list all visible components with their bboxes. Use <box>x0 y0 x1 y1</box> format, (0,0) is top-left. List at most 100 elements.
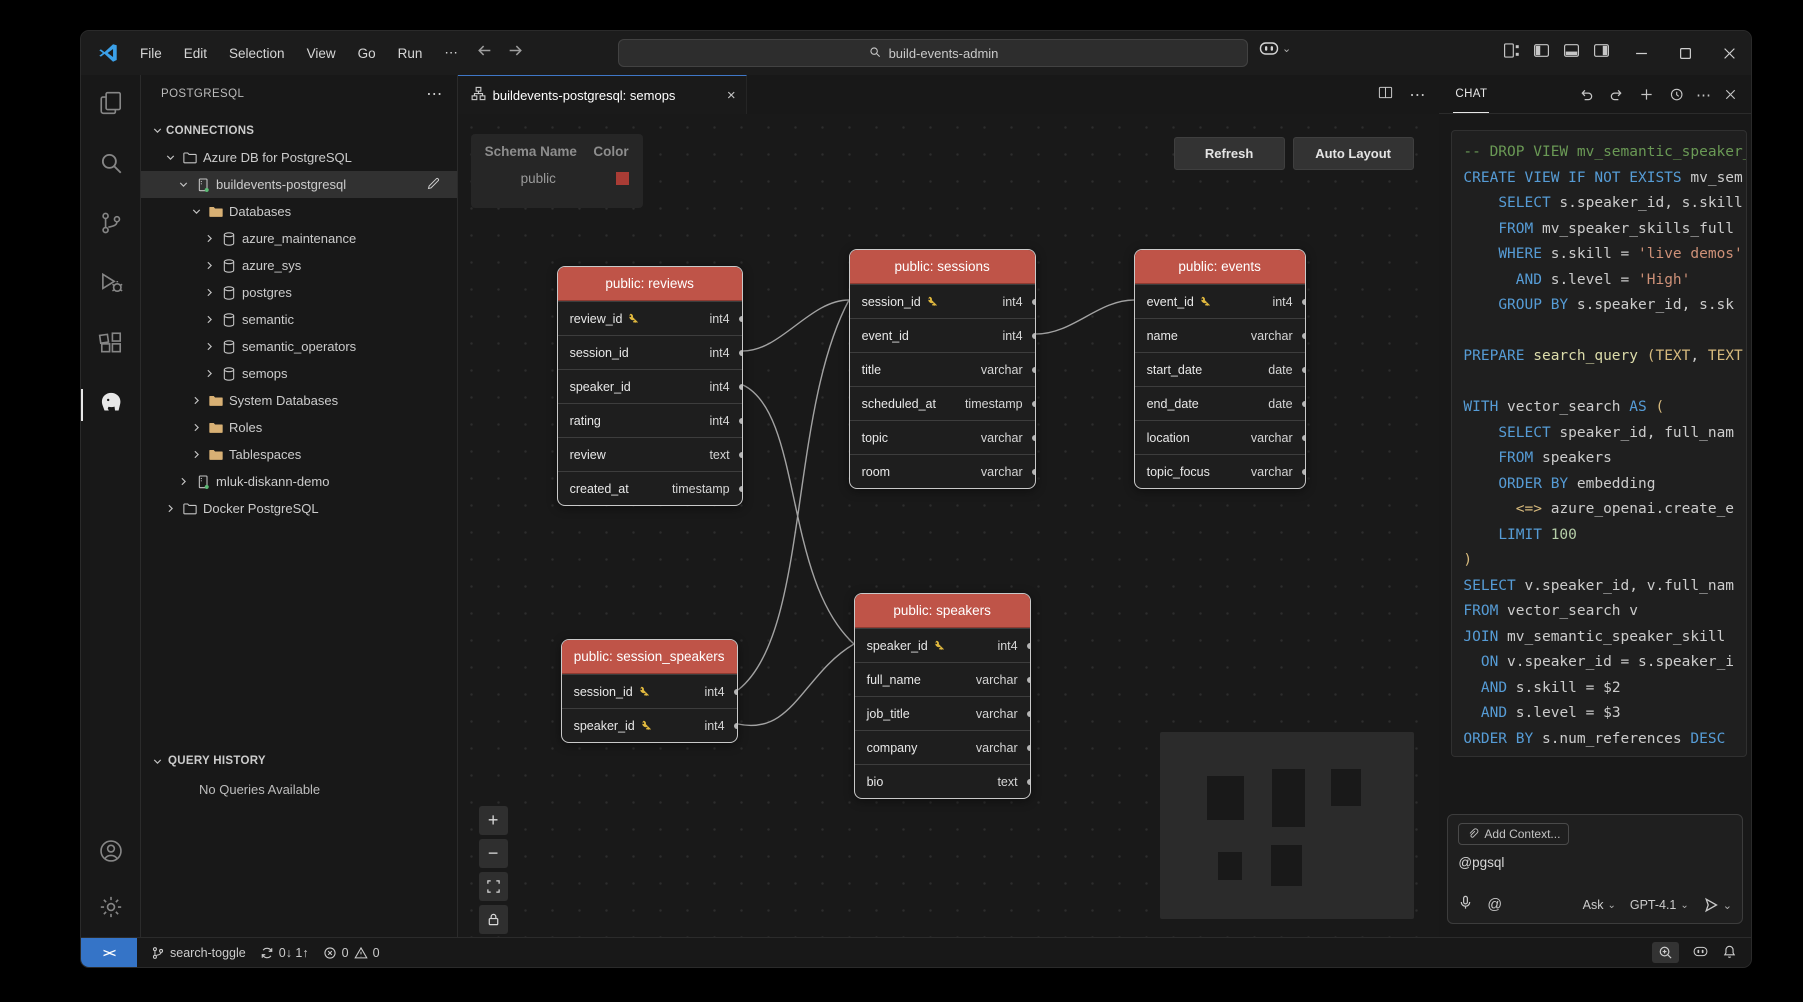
menu-overflow[interactable]: ⋯ <box>433 40 469 66</box>
menu-run[interactable]: Run <box>387 41 434 66</box>
auto-layout-button[interactable]: Auto Layout <box>1293 137 1414 170</box>
column-row-company[interactable]: companyvarchar <box>855 730 1030 764</box>
problems-indicator[interactable]: 0 0 <box>323 946 380 960</box>
split-editor-icon[interactable] <box>1378 85 1393 105</box>
tree-item-semops[interactable]: semops <box>141 360 457 387</box>
branch-indicator[interactable]: search-toggle <box>151 946 246 960</box>
activity-extensions[interactable] <box>81 315 141 375</box>
table-reviews[interactable]: public: reviewsreview_idint4session_idin… <box>557 266 743 506</box>
menu-edit[interactable]: Edit <box>173 41 218 66</box>
fit-view-button[interactable] <box>479 872 508 901</box>
send-button[interactable]: ⌄ <box>1703 897 1732 913</box>
minimize-button[interactable] <box>1619 31 1663 75</box>
refresh-button[interactable]: Refresh <box>1174 137 1285 170</box>
command-center-search[interactable]: build-events-admin <box>618 39 1248 67</box>
table-session_speakers[interactable]: public: session_speakerssession_idint4sp… <box>561 639 738 743</box>
tab-chat[interactable]: CHAT <box>1453 75 1489 113</box>
copilot-menu[interactable]: ⌄ <box>1259 41 1291 56</box>
column-row-name[interactable]: namevarchar <box>1135 318 1305 352</box>
add-context-button[interactable]: Add Context... <box>1458 823 1569 845</box>
customize-layout-icon[interactable] <box>1503 42 1520 64</box>
tab-close-icon[interactable]: × <box>727 87 736 104</box>
tree-item-semantic[interactable]: semantic <box>141 306 457 333</box>
tree-item-connections[interactable]: CONNECTIONS <box>141 117 457 144</box>
activity-source-control[interactable] <box>81 195 141 255</box>
editor-more-actions-icon[interactable]: ⋯ <box>1409 85 1425 105</box>
column-row-title[interactable]: titlevarchar <box>850 352 1035 386</box>
activity-search[interactable] <box>81 135 141 195</box>
menu-view[interactable]: View <box>296 41 347 66</box>
column-row-review[interactable]: reviewtext <box>558 437 742 471</box>
column-row-job-title[interactable]: job_titlevarchar <box>855 696 1030 730</box>
activity-postgresql[interactable] <box>81 375 141 435</box>
table-events[interactable]: public: eventsevent_idint4namevarcharsta… <box>1134 249 1306 489</box>
tree-item-buildevents-postgresql[interactable]: buildevents-postgresql <box>141 171 457 198</box>
redo-icon[interactable] <box>1606 87 1627 102</box>
back-arrow-icon[interactable] <box>476 42 493 64</box>
tree-item-semantic-operators[interactable]: semantic_operators <box>141 333 457 360</box>
tree-item-databases[interactable]: Databases <box>141 198 457 225</box>
menu-file[interactable]: File <box>129 41 173 66</box>
tree-item-mluk-diskann-demo[interactable]: mluk-diskann-demo <box>141 468 457 495</box>
menu-go[interactable]: Go <box>347 41 387 66</box>
tab-schema-visualizer[interactable]: buildevents-postgresql: semops × <box>458 75 747 114</box>
microphone-icon[interactable] <box>1458 895 1473 915</box>
column-row-room[interactable]: roomvarchar <box>850 454 1035 488</box>
zoom-in-button[interactable]: + <box>479 806 508 835</box>
column-row-created-at[interactable]: created_attimestamp <box>558 471 742 505</box>
chat-history-icon[interactable] <box>1666 87 1687 102</box>
activity-settings[interactable] <box>81 881 141 937</box>
edit-connection-icon[interactable] <box>426 176 441 194</box>
chat-input-box[interactable]: Add Context... @pgsql @ Ask⌄ GPT-4.1⌄ ⌄ <box>1447 814 1743 924</box>
column-row-location[interactable]: locationvarchar <box>1135 420 1305 454</box>
remote-indicator[interactable]: >< <box>81 938 137 967</box>
sidebar-more-actions-icon[interactable]: ⋯ <box>426 84 442 104</box>
zoom-status-icon[interactable] <box>1652 942 1679 963</box>
sql-code-block[interactable]: -- DROP VIEW mv_semantic_speaker_sCREATE… <box>1451 130 1747 757</box>
column-row-session-id[interactable]: session_idint4 <box>562 674 737 708</box>
tree-item-azure-maintenance[interactable]: azure_maintenance <box>141 225 457 252</box>
activity-run-debug[interactable] <box>81 255 141 315</box>
model-dropdown[interactable]: GPT-4.1⌄ <box>1630 898 1689 912</box>
menu-selection[interactable]: Selection <box>218 41 296 66</box>
chat-input-value[interactable]: @pgsql <box>1458 855 1732 870</box>
zoom-out-button[interactable]: − <box>479 839 508 868</box>
tree-item-azure-sys[interactable]: azure_sys <box>141 252 457 279</box>
column-row-topic-focus[interactable]: topic_focusvarchar <box>1135 454 1305 488</box>
tree-item-system-databases[interactable]: System Databases <box>141 387 457 414</box>
mention-icon[interactable]: @ <box>1487 897 1502 913</box>
column-row-event-id[interactable]: event_idint4 <box>850 318 1035 352</box>
tree-item-docker-postgresql[interactable]: Docker PostgreSQL <box>141 495 457 522</box>
column-row-speaker-id[interactable]: speaker_idint4 <box>558 369 742 403</box>
column-row-end-date[interactable]: end_datedate <box>1135 386 1305 420</box>
new-chat-icon[interactable] <box>1636 87 1657 102</box>
column-row-scheduled-at[interactable]: scheduled_attimestamp <box>850 386 1035 420</box>
tree-item-tablespaces[interactable]: Tablespaces <box>141 441 457 468</box>
chat-more-actions-icon[interactable]: ⋯ <box>1696 86 1711 104</box>
column-row-start-date[interactable]: start_datedate <box>1135 352 1305 386</box>
column-row-rating[interactable]: ratingint4 <box>558 403 742 437</box>
column-row-full-name[interactable]: full_namevarchar <box>855 662 1030 696</box>
toggle-secondary-sidebar-icon[interactable] <box>1593 42 1610 64</box>
column-row-bio[interactable]: biotext <box>855 764 1030 798</box>
column-row-speaker-id[interactable]: speaker_idint4 <box>562 708 737 742</box>
tree-item-azure-db-for-postgresql[interactable]: Azure DB for PostgreSQL <box>141 144 457 171</box>
lock-button[interactable] <box>479 905 508 934</box>
copilot-status-icon[interactable] <box>1693 944 1708 962</box>
tree-item-postgres[interactable]: postgres <box>141 279 457 306</box>
mode-dropdown[interactable]: Ask⌄ <box>1583 898 1616 912</box>
close-chat-icon[interactable] <box>1720 87 1741 102</box>
table-speakers[interactable]: public: speakersspeaker_idint4full_namev… <box>854 593 1031 799</box>
maximize-button[interactable] <box>1663 31 1707 75</box>
diagram-minimap[interactable] <box>1160 732 1414 919</box>
sync-indicator[interactable]: 0↓ 1↑ <box>260 946 309 960</box>
close-window-button[interactable] <box>1707 31 1751 75</box>
undo-icon[interactable] <box>1576 87 1597 102</box>
query-history-section[interactable]: QUERY HISTORY <box>141 748 457 774</box>
column-row-session-id[interactable]: session_idint4 <box>558 335 742 369</box>
schema-canvas[interactable]: Schema Name Color public Refresh Auto La… <box>458 114 1440 937</box>
toggle-panel-icon[interactable] <box>1563 42 1580 64</box>
column-row-topic[interactable]: topicvarchar <box>850 420 1035 454</box>
column-row-event-id[interactable]: event_idint4 <box>1135 284 1305 318</box>
column-row-review-id[interactable]: review_idint4 <box>558 301 742 335</box>
